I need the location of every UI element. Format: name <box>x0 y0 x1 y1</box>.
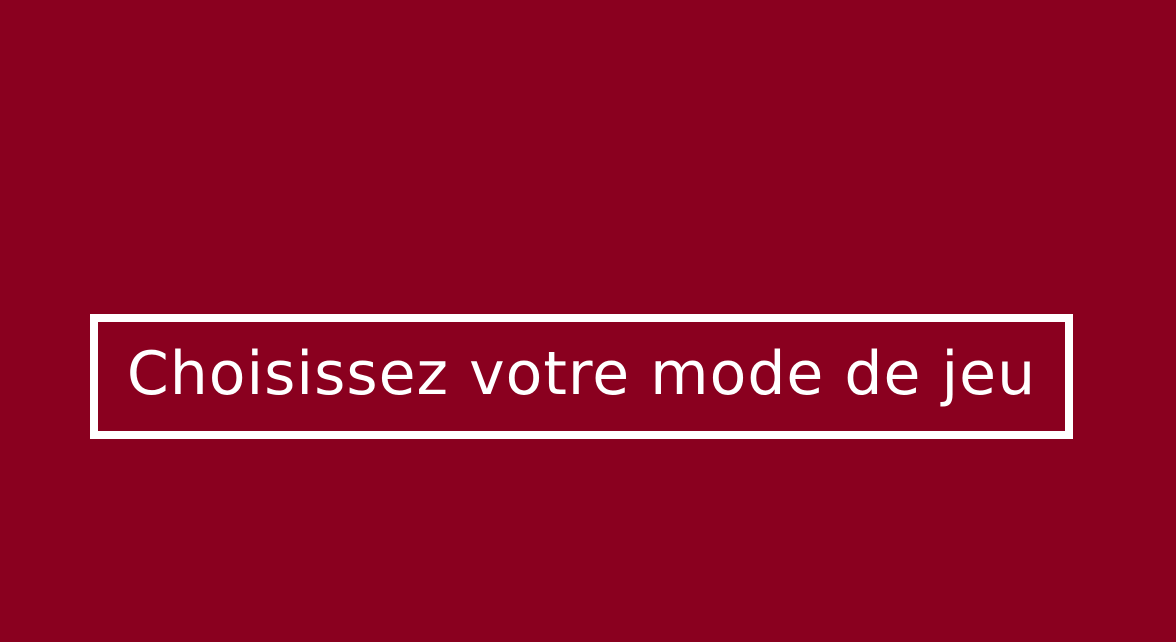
page-title: Choisissez votre mode de jeu <box>126 338 1037 409</box>
title-box: Choisissez votre mode de jeu <box>90 314 1073 439</box>
game-mode-screen: Choisissez votre mode de jeu <box>0 0 1176 642</box>
